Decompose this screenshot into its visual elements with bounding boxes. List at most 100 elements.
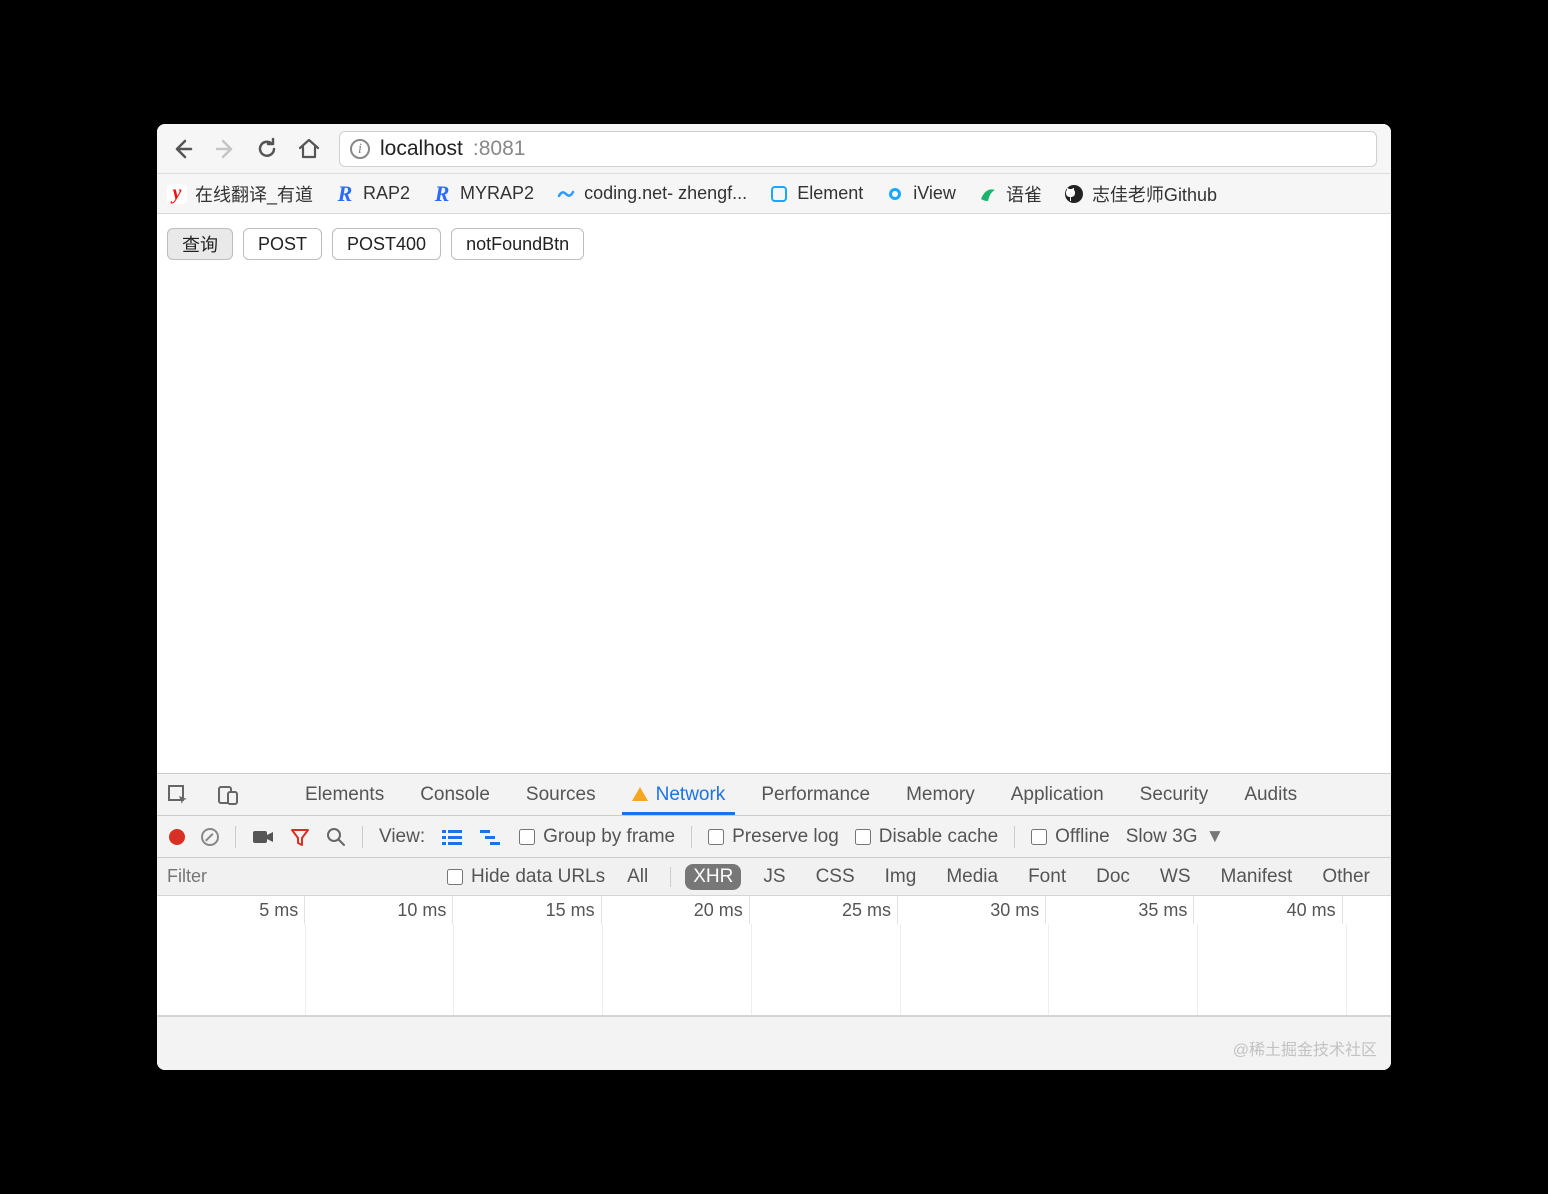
tab-security[interactable]: Security bbox=[1136, 776, 1213, 814]
camera-icon[interactable] bbox=[252, 828, 274, 846]
hide-data-urls-checkbox[interactable]: Hide data URLs bbox=[447, 866, 605, 888]
bookmark-yuque[interactable]: 语雀 bbox=[978, 181, 1042, 207]
browser-window: i localhost:8081 y在线翻译_有道 RRAP2 RMYRAP2 … bbox=[157, 124, 1391, 1070]
bookmark-label: 语雀 bbox=[1006, 181, 1042, 207]
notfound-button[interactable]: notFoundBtn bbox=[451, 228, 584, 260]
tab-sources[interactable]: Sources bbox=[522, 776, 600, 814]
bookmark-label: 在线翻译_有道 bbox=[195, 181, 313, 207]
timeline-tick: 30 ms bbox=[898, 896, 1046, 924]
page-blank-area bbox=[157, 274, 1391, 773]
filter-ws[interactable]: WS bbox=[1152, 864, 1199, 890]
tab-console[interactable]: Console bbox=[416, 776, 494, 814]
checkbox-label: Disable cache bbox=[879, 826, 998, 848]
view-waterfall-icon[interactable] bbox=[479, 828, 503, 846]
bookmark-github[interactable]: 志佳老师Github bbox=[1064, 181, 1217, 207]
throttle-value: Slow 3G bbox=[1126, 826, 1198, 848]
address-host: localhost bbox=[380, 137, 463, 161]
tab-network[interactable]: Network bbox=[628, 776, 730, 814]
device-toolbar-icon[interactable] bbox=[217, 784, 239, 806]
bookmark-coding[interactable]: coding.net- zhengf... bbox=[556, 183, 747, 204]
github-icon bbox=[1064, 184, 1084, 204]
group-by-frame-checkbox[interactable]: Group by frame bbox=[519, 826, 675, 848]
page-content: 查询 POST POST400 notFoundBtn bbox=[157, 214, 1391, 274]
inspect-element-icon[interactable] bbox=[167, 784, 189, 806]
tab-application[interactable]: Application bbox=[1007, 776, 1108, 814]
checkbox-label: Group by frame bbox=[543, 826, 675, 848]
filter-xhr[interactable]: XHR bbox=[685, 864, 741, 890]
filter-css[interactable]: CSS bbox=[808, 864, 863, 890]
home-button[interactable] bbox=[297, 137, 325, 161]
coding-icon bbox=[556, 184, 576, 204]
disable-cache-checkbox[interactable]: Disable cache bbox=[855, 826, 998, 848]
address-bar[interactable]: i localhost :8081 bbox=[339, 131, 1377, 167]
network-timeline[interactable]: 5 ms 10 ms 15 ms 20 ms 25 ms 30 ms 35 ms… bbox=[157, 896, 1391, 1016]
divider bbox=[1014, 826, 1015, 848]
bookmark-label: coding.net- zhengf... bbox=[584, 183, 747, 204]
site-info-icon[interactable]: i bbox=[350, 139, 370, 159]
bookmark-label: iView bbox=[913, 183, 956, 204]
element-icon bbox=[769, 184, 789, 204]
post400-button[interactable]: POST400 bbox=[332, 228, 441, 260]
timeline-tick: 15 ms bbox=[453, 896, 601, 924]
reload-button[interactable] bbox=[255, 137, 283, 161]
timeline-tick: 40 ms bbox=[1194, 896, 1342, 924]
timeline-tick bbox=[1343, 896, 1391, 924]
timeline-tick: 25 ms bbox=[750, 896, 898, 924]
bookmark-myrap2[interactable]: RMYRAP2 bbox=[432, 183, 534, 204]
bookmark-label: 志佳老师Github bbox=[1092, 181, 1217, 207]
tab-audits[interactable]: Audits bbox=[1240, 776, 1301, 814]
back-button[interactable] bbox=[171, 137, 199, 161]
filter-font[interactable]: Font bbox=[1020, 864, 1074, 890]
filter-input[interactable] bbox=[157, 858, 437, 895]
query-button[interactable]: 查询 bbox=[167, 228, 233, 260]
filter-other[interactable]: Other bbox=[1314, 864, 1378, 890]
timeline-grid bbox=[157, 924, 1391, 1015]
post-button[interactable]: POST bbox=[243, 228, 322, 260]
record-button[interactable] bbox=[169, 829, 185, 845]
divider bbox=[362, 826, 363, 848]
clear-button[interactable] bbox=[201, 828, 219, 846]
bookmark-iview[interactable]: iView bbox=[885, 183, 956, 204]
network-summary-bar bbox=[157, 1016, 1391, 1070]
devtools-panel: Elements Console Sources Network Perform… bbox=[157, 773, 1391, 1070]
forward-button[interactable] bbox=[213, 137, 241, 161]
preserve-log-checkbox[interactable]: Preserve log bbox=[708, 826, 839, 848]
filter-manifest[interactable]: Manifest bbox=[1213, 864, 1301, 890]
filter-doc[interactable]: Doc bbox=[1088, 864, 1138, 890]
bookmark-element[interactable]: Element bbox=[769, 183, 863, 204]
offline-checkbox[interactable]: Offline bbox=[1031, 826, 1110, 848]
tab-elements[interactable]: Elements bbox=[301, 776, 388, 814]
devtools-tabs: Elements Console Sources Network Perform… bbox=[157, 774, 1391, 816]
timeline-tick: 20 ms bbox=[602, 896, 750, 924]
timeline-tick: 5 ms bbox=[157, 896, 305, 924]
iview-icon bbox=[885, 184, 905, 204]
bookmark-label: RAP2 bbox=[363, 183, 410, 204]
checkbox-label: Offline bbox=[1055, 826, 1110, 848]
search-icon[interactable] bbox=[326, 827, 346, 847]
filter-media[interactable]: Media bbox=[938, 864, 1006, 890]
filter-js[interactable]: JS bbox=[755, 864, 793, 890]
youdao-icon: y bbox=[167, 184, 187, 204]
filter-all[interactable]: All bbox=[619, 864, 656, 890]
filter-img[interactable]: Img bbox=[877, 864, 925, 890]
tab-memory[interactable]: Memory bbox=[902, 776, 979, 814]
view-list-icon[interactable] bbox=[441, 828, 463, 846]
tab-performance[interactable]: Performance bbox=[757, 776, 874, 814]
bookmark-rap2[interactable]: RRAP2 bbox=[335, 183, 410, 204]
browser-toolbar: i localhost :8081 bbox=[157, 124, 1391, 174]
address-port: :8081 bbox=[473, 137, 526, 161]
network-filter-row: Hide data URLs All XHR JS CSS Img Media … bbox=[157, 858, 1391, 896]
filter-icon[interactable] bbox=[290, 827, 310, 847]
bookmark-label: Element bbox=[797, 183, 863, 204]
network-controls: View: Group by frame Preserve log Disabl… bbox=[157, 816, 1391, 858]
divider bbox=[670, 867, 671, 887]
timeline-ticks: 5 ms 10 ms 15 ms 20 ms 25 ms 30 ms 35 ms… bbox=[157, 896, 1391, 924]
checkbox-label: Hide data URLs bbox=[471, 866, 605, 888]
chevron-down-icon: ▼ bbox=[1206, 826, 1225, 848]
view-label: View: bbox=[379, 826, 425, 848]
timeline-tick: 10 ms bbox=[305, 896, 453, 924]
bookmark-youdao[interactable]: y 在线翻译_有道 bbox=[167, 181, 313, 207]
bookmark-label: MYRAP2 bbox=[460, 183, 534, 204]
throttle-select[interactable]: Slow 3G ▼ bbox=[1126, 826, 1225, 848]
yuque-icon bbox=[978, 184, 998, 204]
